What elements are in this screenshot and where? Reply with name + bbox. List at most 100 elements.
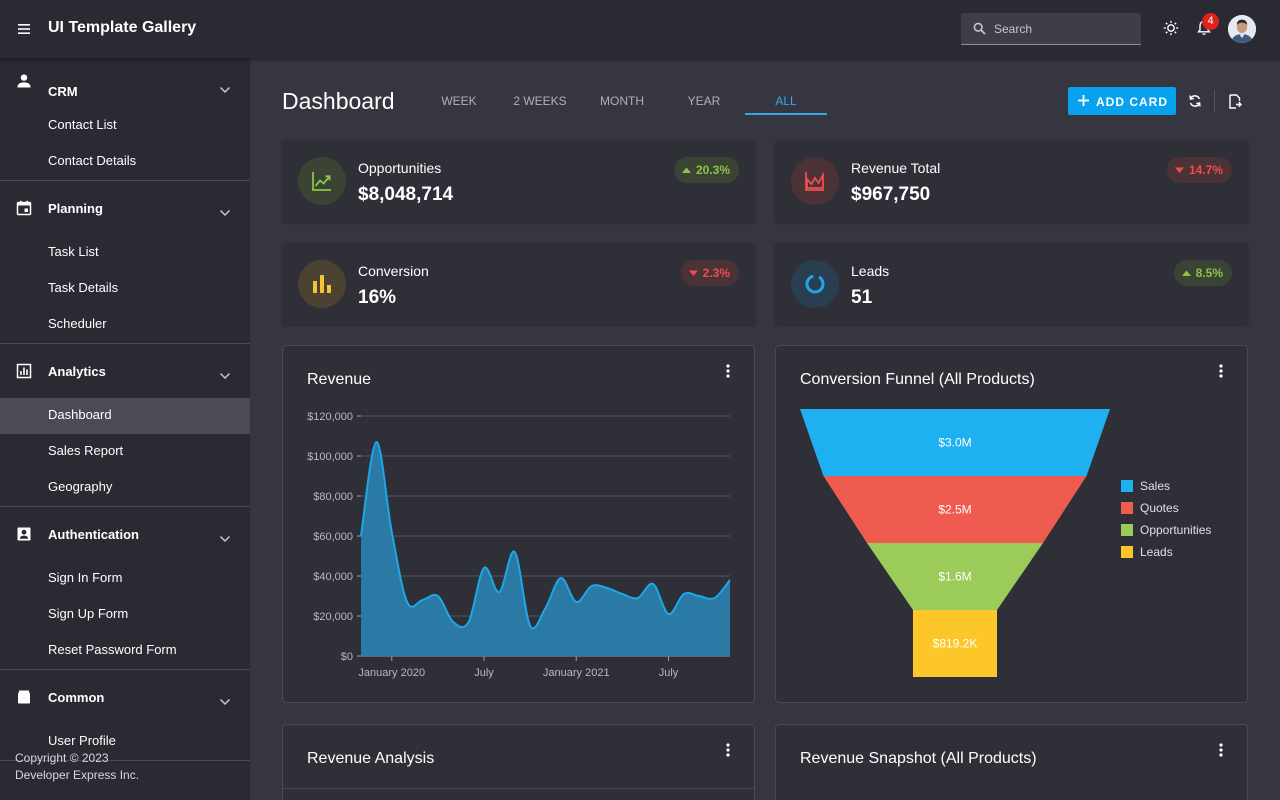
donut-icon [805, 274, 825, 294]
plus-icon [1077, 94, 1090, 110]
tab-month[interactable]: MONTH [581, 94, 663, 108]
tab-week[interactable]: WEEK [418, 94, 500, 108]
person-icon [16, 73, 32, 92]
legend-label: Sales [1140, 479, 1171, 493]
legend-swatch [1121, 502, 1133, 514]
nav-group-header-authentication[interactable]: Authentication [0, 507, 250, 561]
caret-down-icon [688, 270, 698, 276]
chevron-down-icon[interactable] [219, 82, 231, 97]
revenue-snapshot-card: Revenue Snapshot (All Products) [775, 724, 1248, 800]
active-tab-indicator [745, 113, 827, 115]
revenue-area [361, 441, 730, 656]
more-options-icon[interactable] [1219, 363, 1223, 382]
kpi-change-badge: 14.7% [1166, 157, 1232, 183]
sidebar-item-sales-report[interactable]: Sales Report [0, 434, 250, 470]
nav-group-planning: Planning Task List Task Details Schedule… [0, 181, 250, 344]
page-title: Dashboard [282, 88, 395, 114]
legend-swatch [1121, 524, 1133, 536]
sidebar-item-sign-in-form[interactable]: Sign In Form [0, 561, 250, 597]
theme-toggle-icon[interactable] [1163, 20, 1179, 39]
nav-group-authentication: Authentication Sign In Form Sign Up Form… [0, 507, 250, 670]
sidebar-item-scheduler[interactable]: Scheduler [0, 307, 250, 343]
more-options-icon[interactable] [1219, 742, 1223, 761]
app-title: UI Template Gallery [48, 19, 197, 36]
sidebar-item-reset-password-form[interactable]: Reset Password Form [0, 633, 250, 669]
nav-group-header-crm[interactable]: CRM [0, 58, 250, 108]
chart-icon [16, 363, 32, 382]
add-card-button[interactable]: ADD CARD [1068, 87, 1176, 115]
trending-up-icon [312, 172, 331, 191]
nav-group-header-common[interactable]: Common [0, 670, 250, 724]
chevron-down-icon[interactable] [219, 694, 231, 709]
kpi-card-leads: Leads 51 8.5% [775, 243, 1248, 325]
revenue-analysis-card: Revenue Analysis [282, 724, 755, 800]
nav-group-header-analytics[interactable]: Analytics [0, 344, 250, 398]
x-tick-label: January 2020 [358, 667, 425, 679]
nav-group-header-planning[interactable]: Planning [0, 181, 250, 235]
nav-group-label: Authentication [48, 527, 139, 542]
nav-group-analytics: Analytics Dashboard Sales Report Geograp… [0, 344, 250, 507]
conversion-funnel-chart: $3.0M $2.5M $1.6M $819.2K [800, 409, 1110, 677]
revenue-card: Revenue $120,000 $100,000 $80,000 $60,000 $4… [282, 345, 755, 703]
more-options-icon[interactable] [726, 742, 730, 761]
company-name: Developer Express Inc. [15, 768, 140, 782]
export-document-icon[interactable] [1228, 94, 1242, 112]
kpi-label: Leads [851, 263, 890, 279]
notification-count-badge: 4 [1202, 13, 1219, 30]
chevron-down-icon[interactable] [219, 205, 231, 220]
search-box[interactable] [961, 13, 1141, 45]
legend-swatch [1121, 480, 1133, 492]
sidebar-item-geography[interactable]: Geography [0, 470, 250, 506]
sidebar-item-sign-up-form[interactable]: Sign Up Form [0, 597, 250, 633]
add-card-label: ADD CARD [1096, 95, 1168, 109]
sidebar-item-contact-details[interactable]: Contact Details [0, 144, 250, 180]
account-box-icon [16, 526, 32, 545]
chevron-down-icon[interactable] [219, 368, 231, 383]
kpi-icon-circle [298, 157, 346, 205]
y-tick-label: $100,000 [307, 451, 353, 463]
card-title: Conversion Funnel (All Products) [800, 371, 1035, 388]
kpi-change-value: 14.7% [1188, 163, 1223, 177]
card-divider [283, 788, 754, 789]
legend-label: Opportunities [1140, 523, 1212, 537]
sidebar-item-contact-list[interactable]: Contact List [0, 108, 250, 144]
kpi-icon-circle [791, 260, 839, 308]
sidebar-item-dashboard[interactable]: Dashboard [0, 398, 250, 434]
folder-icon [16, 689, 32, 708]
sidebar: CRM Contact List Contact Details Plannin… [0, 58, 250, 800]
card-title: Revenue Analysis [307, 750, 435, 767]
y-tick-label: $20,000 [313, 611, 353, 623]
legend-label: Quotes [1140, 501, 1179, 515]
kpi-value: $967,750 [851, 184, 931, 205]
nav-group-label: Planning [48, 201, 103, 216]
kpi-card-opportunities: Opportunities $8,048,714 20.3% [282, 140, 755, 222]
chevron-down-icon[interactable] [219, 531, 231, 546]
menu-icon[interactable] [14, 19, 34, 39]
toolbar-divider [1214, 90, 1215, 112]
copyright-line: Copyright © 2023 [15, 751, 109, 765]
user-avatar[interactable] [1228, 15, 1256, 43]
legend-label: Leads [1140, 545, 1173, 559]
tab-year[interactable]: YEAR [663, 94, 745, 108]
funnel-data-label: $819.2K [933, 637, 978, 651]
y-tick-label: $120,000 [307, 411, 353, 423]
kpi-label: Conversion [358, 263, 429, 279]
app-header: UI Template Gallery 4 [0, 0, 1280, 58]
kpi-change-badge: 20.3% [673, 157, 739, 183]
sidebar-item-task-details[interactable]: Task Details [0, 271, 250, 307]
kpi-change-badge: 2.3% [680, 260, 739, 286]
refresh-icon[interactable] [1188, 94, 1202, 111]
x-tick-label: July [474, 667, 494, 679]
tab-2-weeks[interactable]: 2 WEEKS [499, 94, 581, 108]
kpi-value: 51 [851, 287, 873, 308]
caret-down-icon [1174, 167, 1184, 173]
funnel-data-label: $1.6M [938, 570, 971, 584]
caret-up-icon [681, 167, 691, 173]
search-input[interactable] [994, 13, 1134, 44]
kpi-change-value: 20.3% [695, 163, 730, 177]
funnel-data-label: $3.0M [938, 436, 971, 450]
tab-all[interactable]: ALL [745, 94, 827, 108]
kpi-value: $8,048,714 [358, 184, 454, 205]
funnel-data-label: $2.5M [938, 503, 971, 517]
sidebar-item-task-list[interactable]: Task List [0, 235, 250, 271]
